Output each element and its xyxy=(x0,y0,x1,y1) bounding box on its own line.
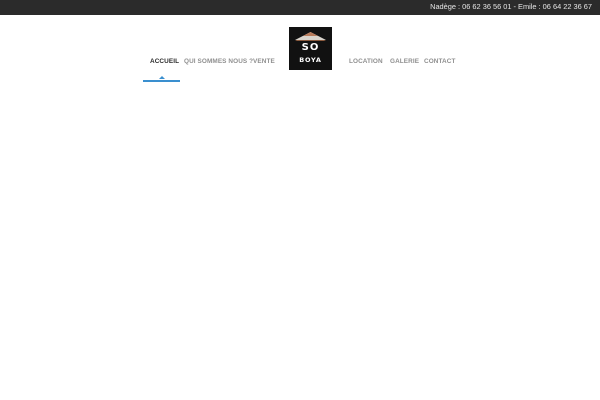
top-contact-bar: Nadège : 06 62 36 56 01 - Emile : 06 64 … xyxy=(0,0,600,15)
active-indicator-caret xyxy=(159,76,165,79)
nav-item-galerie[interactable]: GALERIE xyxy=(390,58,419,65)
contact-phones: Nadège : 06 62 36 56 01 - Emile : 06 64 … xyxy=(430,2,592,11)
logo-text-so: SO xyxy=(301,42,320,53)
site-logo[interactable]: SO BOYA xyxy=(289,27,332,70)
nav-item-location[interactable]: LOCATION xyxy=(349,58,383,65)
logo-text-boya: BOYA xyxy=(299,56,322,64)
nav-item-accueil[interactable]: ACCUEIL xyxy=(150,58,179,65)
nav-item-qui-sommes-nous[interactable]: QUI SOMMES NOUS ? xyxy=(184,58,253,65)
active-indicator-underline xyxy=(143,80,180,82)
nav-item-contact[interactable]: CONTACT xyxy=(424,58,455,65)
nav-item-vente[interactable]: VENTE xyxy=(253,58,275,65)
